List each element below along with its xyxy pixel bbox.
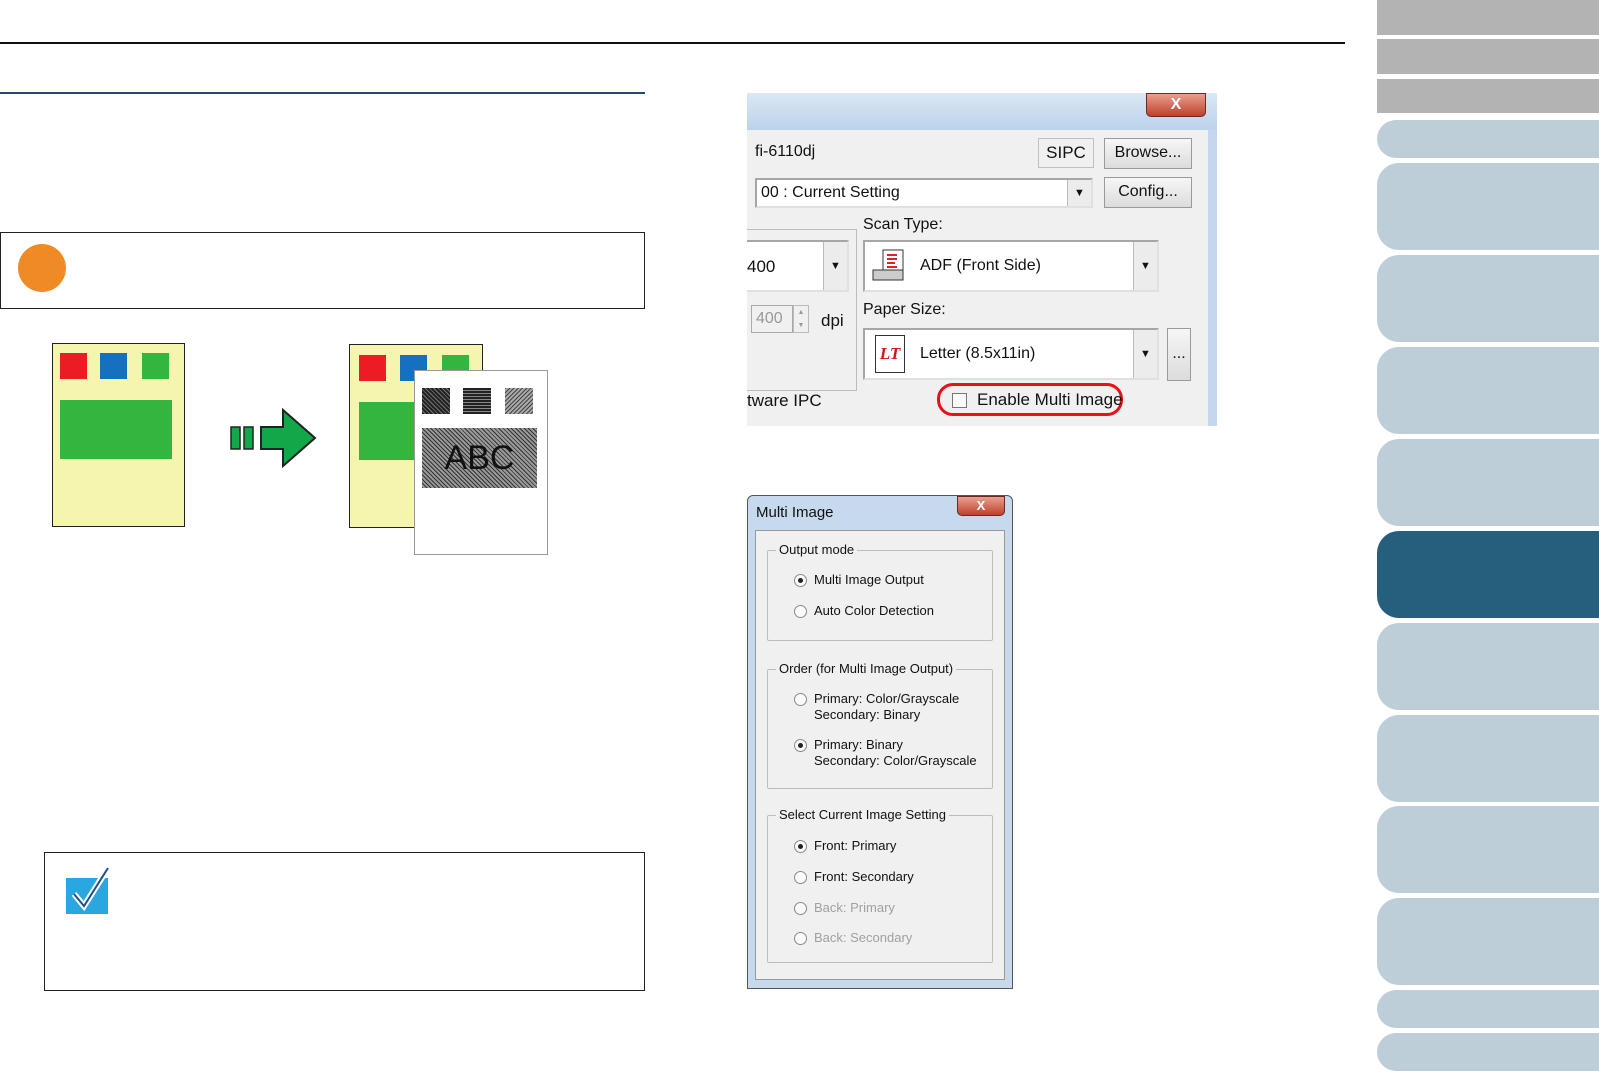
enable-multi-image-label[interactable]: Enable Multi Image (977, 390, 1123, 410)
header-rule (0, 42, 1345, 44)
browse-button[interactable]: Browse... (1104, 138, 1192, 169)
nav-tab[interactable] (1377, 163, 1599, 250)
option-line: Primary: Color/Grayscale (814, 691, 960, 706)
chevron-down-icon: ▼ (823, 242, 847, 290)
nav-tab-active[interactable] (1377, 531, 1599, 618)
window-frame (1208, 130, 1217, 426)
scan-type-label: Scan Type: (863, 216, 943, 233)
green-block (60, 400, 172, 459)
nav-tab[interactable] (1377, 439, 1599, 526)
scanner-settings-dialog: X fi-6110dj SIPC Browse... 00 : Current … (747, 93, 1217, 426)
resolution-value: 400 (747, 257, 776, 276)
profile-select[interactable]: 00 : Current Setting ▼ (755, 178, 1093, 208)
resolution-select[interactable]: 400 ▼ (747, 240, 849, 292)
radio-back-primary: Back: Primary (792, 900, 895, 916)
hint-box (44, 852, 645, 991)
scan-type-select[interactable]: ADF (Front Side) ▼ (863, 240, 1159, 292)
arrow-right-icon (230, 407, 317, 469)
chevron-down-icon: ▼ (1133, 242, 1157, 290)
multi-image-dialog: Multi Image X Output mode Multi Image Ou… (747, 495, 1013, 989)
section-rule (0, 92, 645, 94)
chevron-down-icon: ▼ (1133, 330, 1157, 378)
dithered-square (422, 388, 450, 414)
sipc-label: SIPC (1038, 138, 1094, 168)
radio-back-secondary: Back: Secondary (792, 930, 912, 946)
current-image-setting-group: Select Current Image Setting Front: Prim… (767, 807, 993, 963)
nav-tab[interactable] (1377, 990, 1599, 1028)
paper-size-label: Paper Size: (863, 301, 946, 318)
nav-tab[interactable] (1377, 1033, 1599, 1071)
nav-tab[interactable] (1377, 898, 1599, 985)
output-mode-group: Output mode Multi Image Output Auto Colo… (767, 542, 993, 641)
group-legend: Select Current Image Setting (776, 807, 949, 822)
green-square (142, 353, 169, 379)
close-button[interactable]: X (957, 496, 1005, 516)
group-legend: Order (for Multi Image Output) (776, 661, 957, 676)
nav-tab-top[interactable] (1377, 0, 1599, 35)
dithered-square (505, 388, 533, 414)
config-button[interactable]: Config... (1104, 177, 1192, 208)
enable-multi-image-checkbox[interactable] (952, 393, 967, 408)
order-group: Order (for Multi Image Output) Primary: … (767, 661, 993, 789)
nav-tab[interactable] (1377, 623, 1599, 710)
checkmark-hint-icon (66, 866, 111, 914)
resolution-spinner[interactable]: ▲ ▼ (793, 305, 809, 333)
step-bullet-icon (18, 244, 66, 292)
procedure-callout (0, 232, 645, 309)
chevron-down-icon: ▼ (1067, 180, 1091, 206)
radio-order-color-primary[interactable]: Primary: Color/Grayscale Secondary: Binar… (792, 691, 959, 723)
nav-tab-index[interactable] (1377, 79, 1599, 113)
dpi-label: dpi (821, 311, 844, 330)
green-block (359, 402, 419, 460)
option-line: Secondary: Color/Grayscale (814, 753, 977, 768)
dithered-square (463, 388, 491, 414)
option-line: Primary: Binary (814, 737, 903, 752)
scanner-name: fi-6110dj (755, 143, 816, 160)
nav-tab-contents[interactable] (1377, 39, 1599, 74)
nav-tab[interactable] (1377, 715, 1599, 802)
option-line: Secondary: Binary (814, 707, 921, 722)
profile-value: 00 : Current Setting (761, 184, 900, 201)
dialog-title: Multi Image (756, 504, 834, 521)
paper-size-more-button[interactable]: ... (1167, 328, 1191, 381)
scan-type-value: ADF (Front Side) (920, 257, 1041, 274)
radio-order-binary-primary[interactable]: Primary: Binary Secondary: Color/Grayscal… (792, 737, 977, 769)
red-square (359, 355, 386, 381)
paper-size-select[interactable]: LT Letter (8.5x11in) ▼ (863, 328, 1159, 380)
dithered-text-block: ABC (422, 428, 537, 488)
red-square (60, 353, 87, 379)
radio-front-primary[interactable]: Front: Primary (792, 838, 896, 854)
dialog-body: Output mode Multi Image Output Auto Colo… (755, 530, 1005, 980)
radio-multi-image-output[interactable]: Multi Image Output (792, 572, 924, 588)
nav-tab[interactable] (1377, 255, 1599, 342)
adf-scanner-icon (872, 249, 904, 281)
nav-tab[interactable] (1377, 120, 1599, 158)
custom-resolution-input[interactable]: 400 (751, 305, 793, 333)
nav-tab[interactable] (1377, 347, 1599, 434)
close-button[interactable]: X (1146, 93, 1206, 117)
paper-size-value: Letter (8.5x11in) (920, 345, 1036, 362)
blue-square (100, 353, 127, 379)
radio-auto-color-detection[interactable]: Auto Color Detection (792, 603, 934, 619)
nav-tab[interactable] (1377, 806, 1599, 893)
software-ipc-label: tware IPC (747, 391, 822, 410)
letter-paper-icon: LT (875, 335, 905, 373)
group-legend: Output mode (776, 542, 858, 557)
radio-front-secondary[interactable]: Front: Secondary (792, 869, 914, 885)
